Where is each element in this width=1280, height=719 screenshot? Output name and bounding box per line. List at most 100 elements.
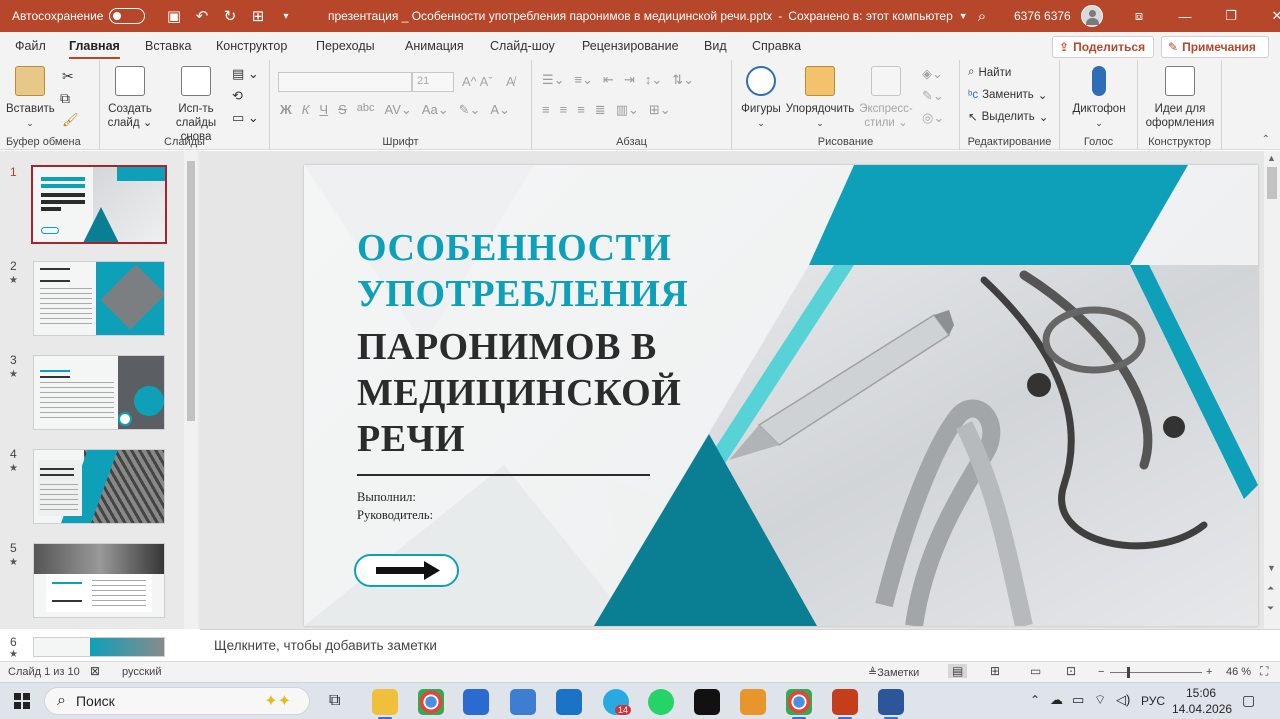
zoom-slider[interactable] (1110, 672, 1202, 673)
tab-home[interactable]: Главная (69, 39, 120, 59)
ribbon-display-icon[interactable]: ⧈ (1116, 0, 1162, 32)
avatar[interactable] (1080, 5, 1103, 27)
font-name-box[interactable] (278, 72, 412, 92)
slide-thumbnail-6[interactable] (33, 637, 165, 657)
decrease-indent-icon[interactable]: ⇤ (603, 72, 614, 88)
align-right-icon[interactable]: ≡ (577, 102, 585, 118)
dictate-button[interactable]: Диктофон ⌄ (1068, 66, 1130, 130)
shape-effects-icon[interactable]: ◎⌄ (922, 110, 944, 126)
autosave-control[interactable]: Автосохранение (12, 0, 146, 32)
thumbnails-scrollbar-thumb[interactable] (187, 161, 195, 421)
account-area[interactable]: 6376 6376 (1014, 0, 1103, 32)
slide-title-line-2[interactable]: УПОТРЕБЛЕНИЯ (357, 271, 688, 317)
word-icon[interactable] (878, 689, 904, 719)
slide-title-line-5[interactable]: РЕЧИ (357, 416, 465, 462)
clock-time[interactable]: 15:06 (1186, 686, 1216, 700)
shapes-button[interactable]: Фигуры ⌄ (738, 66, 784, 130)
select-button[interactable]: ↖ Выделить ⌄ (968, 110, 1048, 124)
share-button[interactable]: ⇪ Поделиться (1052, 36, 1154, 58)
wifi-icon[interactable]: ⌔ (1094, 692, 1106, 708)
find-button[interactable]: ⌕ Найти (968, 66, 1011, 79)
slide-thumbnail-3[interactable] (33, 355, 165, 430)
font-size-box[interactable]: 21 (412, 72, 454, 92)
char-spacing-icon[interactable]: AV⌄ (385, 102, 412, 118)
slide-thumbnail-1[interactable] (31, 165, 167, 244)
normal-view-icon[interactable]: ▤ (948, 664, 968, 678)
bullets-icon[interactable]: ☰⌄ (542, 72, 565, 88)
underline-button[interactable]: Ч (319, 102, 328, 118)
present-icon[interactable]: ⊞ (244, 7, 272, 25)
tab-animations[interactable]: Анимация (405, 39, 464, 53)
tab-insert[interactable]: Вставка (145, 39, 191, 53)
slideshow-icon[interactable]: ⊡ (1066, 664, 1076, 678)
input-language[interactable]: РУС (1141, 694, 1165, 708)
minimize-icon[interactable]: — (1162, 0, 1208, 32)
slide-sorter-icon[interactable]: ⊞ (990, 664, 1000, 678)
reuse-slides-button[interactable]: Исп-ть слайды снова (164, 66, 228, 144)
redo-icon[interactable]: ↻ (216, 7, 244, 25)
task-view-icon[interactable]: ⧉ (329, 692, 340, 710)
language-indicator[interactable]: русский (122, 666, 161, 678)
zoom-in-icon[interactable]: + (1206, 666, 1212, 678)
file-explorer-icon[interactable] (372, 689, 398, 719)
strikethrough-button[interactable]: S (338, 102, 347, 118)
windows-start-icon[interactable] (14, 693, 30, 709)
notifications-icon[interactable]: ▢ (1242, 692, 1255, 709)
close-icon[interactable]: ✕ (1254, 0, 1280, 32)
current-slide[interactable]: ОСОБЕННОСТИ УПОТРЕБЛЕНИЯ ПАРОНИМОВ В МЕД… (304, 165, 1258, 626)
chrome-profile-icon[interactable] (786, 689, 812, 719)
notes-toggle[interactable]: ≜Заметки (868, 666, 919, 679)
comments-button[interactable]: ✎ Примечания (1161, 36, 1269, 58)
previous-slide-icon[interactable]: ⏶ (1267, 583, 1274, 594)
battery-icon[interactable]: ▭ (1072, 692, 1084, 708)
store-icon[interactable] (463, 689, 489, 715)
align-center-icon[interactable]: ≡ (560, 102, 568, 118)
clock-date[interactable]: 14.04.2026 (1172, 702, 1232, 716)
tab-view[interactable]: Вид (704, 39, 727, 53)
tab-transitions[interactable]: Переходы (316, 39, 375, 53)
slide-title-line-1[interactable]: ОСОБЕННОСТИ (357, 225, 671, 271)
text-direction-icon[interactable]: ⇅⌄ (672, 72, 694, 88)
arrange-button[interactable]: Упорядочить ⌄ (784, 66, 856, 130)
notion-icon[interactable] (694, 689, 720, 715)
format-painter-icon[interactable]: 🖌 (62, 112, 79, 128)
performer-label[interactable]: Выполнил: (357, 490, 416, 505)
reading-view-icon[interactable]: ▭ (1030, 664, 1041, 678)
new-slide-button[interactable]: Создать слайд ⌄ (106, 66, 154, 130)
design-ideas-button[interactable]: Идеи для оформления (1144, 66, 1216, 130)
italic-button[interactable]: К (302, 102, 310, 118)
tab-file[interactable]: Файл (15, 39, 46, 53)
slide-title-line-3[interactable]: ПАРОНИМОВ В (357, 324, 657, 370)
slide-scrollbar-thumb[interactable] (1267, 167, 1277, 199)
taskbar-search[interactable]: ⌕ Поиск ✦✦ (44, 687, 310, 715)
increase-indent-icon[interactable]: ⇥ (624, 72, 635, 88)
next-arrow-button[interactable] (354, 554, 459, 587)
layout-icon[interactable]: ▤ ⌄ (232, 66, 259, 82)
fit-to-window-icon[interactable]: ⛶ (1260, 664, 1268, 679)
font-color-icon[interactable]: A⌄ (490, 102, 510, 118)
paste-button[interactable]: Вставить ⌄ (6, 66, 55, 130)
tab-design[interactable]: Конструктор (216, 39, 287, 53)
line-spacing-icon[interactable]: ↕⌄ (645, 72, 662, 88)
accessibility-icon[interactable]: ⊠ (90, 664, 100, 678)
collapse-ribbon-icon[interactable]: ⌃ (1262, 134, 1270, 145)
chrome-icon[interactable] (418, 689, 444, 715)
customize-qat-icon[interactable]: ▾ (272, 11, 300, 22)
shadow-button[interactable]: abc (357, 102, 375, 118)
shape-fill-icon[interactable]: ◈⌄ (922, 66, 943, 82)
onedrive-icon[interactable]: ☁ (1050, 692, 1063, 708)
change-case-icon[interactable]: Aa⌄ (422, 102, 449, 118)
notes-pane[interactable]: Щелкните, чтобы добавить заметки (200, 629, 1280, 661)
slide-scrollbar[interactable]: ▲ ▼ ⏶ ⏷ (1264, 151, 1280, 629)
maximize-icon[interactable]: ❐ (1208, 0, 1254, 32)
volume-icon[interactable]: ◁) (1116, 692, 1130, 708)
outlook-icon[interactable] (556, 689, 582, 715)
notes-placeholder[interactable]: Щелкните, чтобы добавить заметки (214, 638, 437, 653)
justify-icon[interactable]: ≣ (595, 102, 606, 118)
app-icon[interactable] (510, 689, 536, 715)
quick-styles-button[interactable]: Экспресс- стили ⌄ (856, 66, 916, 130)
document-title[interactable]: презентация _ Особенности употребления п… (328, 0, 968, 32)
scroll-up-icon[interactable]: ▲ (1267, 153, 1276, 163)
next-slide-icon[interactable]: ⏷ (1267, 603, 1274, 614)
tray-overflow-icon[interactable]: ⌃ (1030, 693, 1040, 707)
